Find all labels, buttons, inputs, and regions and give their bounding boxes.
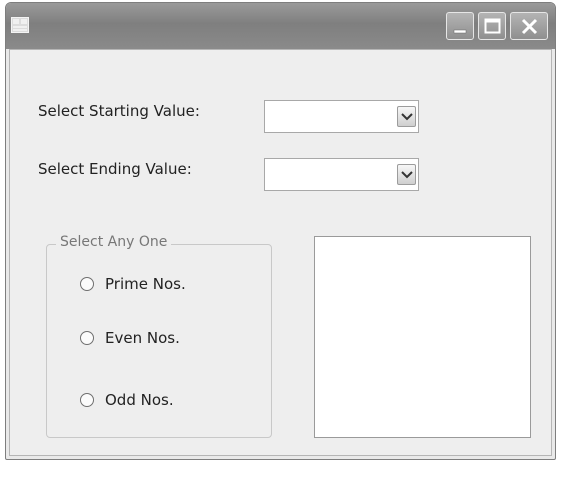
minimize-button[interactable] — [446, 12, 474, 40]
title-bar[interactable] — [6, 3, 555, 49]
ending-value-label: Select Ending Value: — [38, 160, 192, 178]
close-icon — [521, 18, 538, 35]
maximize-button[interactable] — [478, 12, 506, 40]
chevron-down-icon — [401, 171, 413, 179]
odd-radio-label[interactable]: Odd Nos. — [105, 391, 174, 409]
close-button[interactable] — [510, 12, 548, 40]
groupbox-title: Select Any One — [56, 234, 172, 250]
minimize-icon — [453, 29, 467, 34]
even-radio[interactable]: Even Nos. — [80, 329, 180, 347]
prime-radio-label[interactable]: Prime Nos. — [105, 275, 186, 293]
chevron-down-icon — [401, 113, 413, 121]
app-window: Select Starting Value: Select Ending Val… — [5, 2, 556, 460]
radio-circle-icon[interactable] — [80, 277, 94, 291]
form-client-area: Select Starting Value: Select Ending Val… — [9, 49, 552, 456]
result-listbox[interactable] — [314, 236, 531, 438]
ending-value-dropdown-button[interactable] — [397, 164, 416, 185]
maximize-icon — [484, 18, 501, 34]
starting-value-dropdown-button[interactable] — [397, 106, 416, 127]
radio-circle-icon[interactable] — [80, 393, 94, 407]
prime-radio[interactable]: Prime Nos. — [80, 275, 186, 293]
odd-radio[interactable]: Odd Nos. — [80, 391, 174, 409]
form-app-icon — [11, 17, 29, 33]
even-radio-label[interactable]: Even Nos. — [105, 329, 180, 347]
starting-value-combobox[interactable] — [264, 100, 419, 133]
ending-value-combobox[interactable] — [264, 158, 419, 191]
starting-value-label: Select Starting Value: — [38, 102, 200, 120]
radio-circle-icon[interactable] — [80, 331, 94, 345]
